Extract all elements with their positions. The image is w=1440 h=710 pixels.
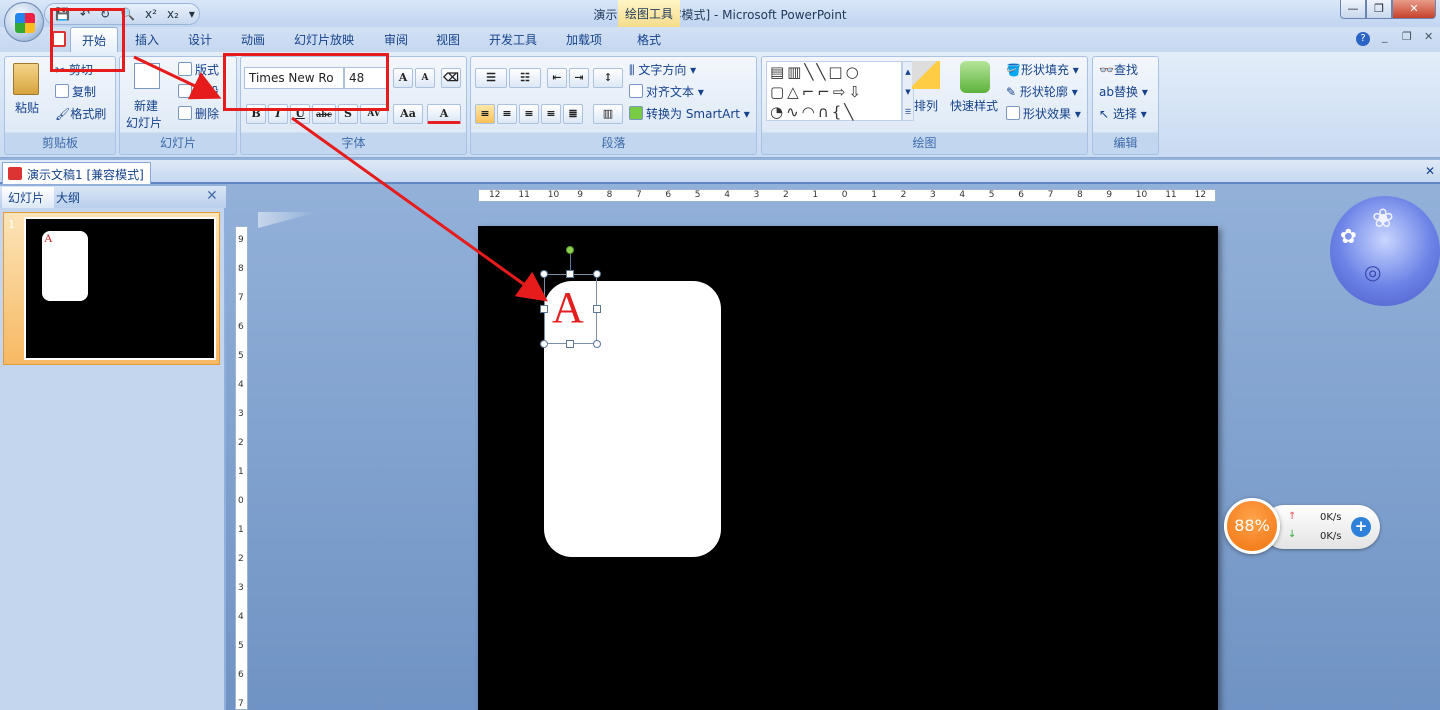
annotation-arrows: [133, 55, 548, 302]
logo-char: ✿: [1340, 224, 1357, 248]
office-logo-icon: [15, 13, 35, 33]
download-speed: 0K/s: [1320, 531, 1342, 542]
arrow-to-textbox: [291, 116, 548, 302]
logo-char: ◎: [1364, 260, 1382, 284]
upload-speed: 0K/s: [1320, 512, 1342, 523]
office-button[interactable]: [4, 2, 44, 42]
flower-icon: ❀: [1372, 204, 1394, 234]
arrow-to-ribbon: [133, 55, 222, 100]
memory-meter[interactable]: 88%: [1224, 498, 1280, 554]
decorative-logo: ✿ ❀ ◎: [1330, 196, 1440, 306]
expand-plus-icon[interactable]: +: [1351, 517, 1371, 537]
upload-arrow-icon: ↑: [1288, 511, 1297, 522]
download-arrow-icon: ↓: [1288, 529, 1297, 540]
